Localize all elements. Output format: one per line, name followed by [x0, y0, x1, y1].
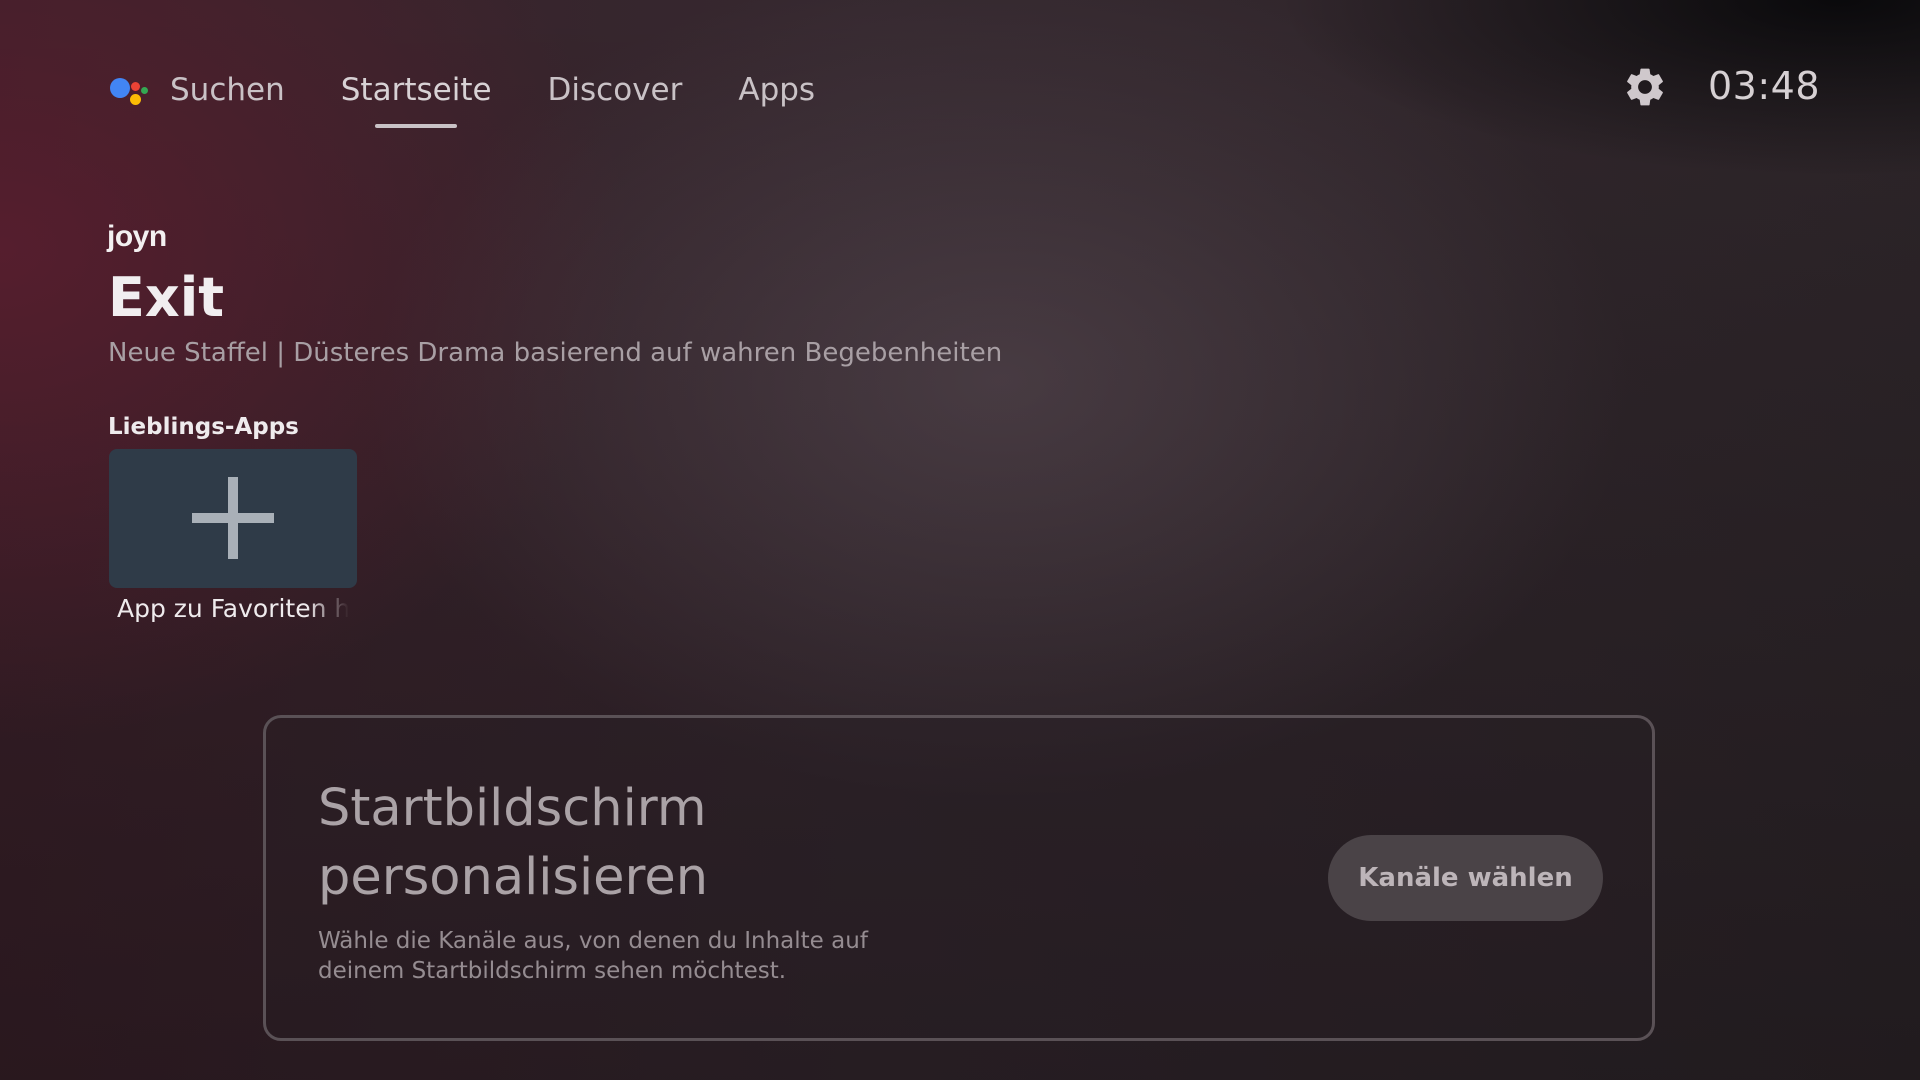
settings-button[interactable]: [1622, 64, 1668, 110]
personalize-home-card: Startbildschirm personalisieren Wähle di…: [263, 715, 1655, 1041]
tab-search-label: Suchen: [170, 72, 285, 108]
active-tab-indicator: [375, 124, 458, 128]
featured-title: Exit: [108, 266, 225, 329]
favorites-row-title: Lieblings-Apps: [108, 414, 299, 440]
clock: 03:48: [1708, 64, 1821, 108]
featured-subtitle: Neue Staffel | Düsteres Drama basierend …: [108, 338, 1003, 368]
tab-discover[interactable]: Discover: [548, 72, 683, 108]
gear-icon: [1627, 68, 1663, 106]
plus-icon: [192, 477, 274, 559]
personalize-description: Wähle die Kanäle aus, von denen du Inhal…: [318, 928, 868, 984]
tab-home[interactable]: Startseite: [340, 72, 492, 128]
personalize-title-line-1: Startbildschirm: [318, 779, 707, 838]
tab-apps-label: Apps: [738, 72, 816, 108]
google-assistant-icon[interactable]: [108, 70, 148, 110]
personalize-title: Startbildschirm personalisieren: [318, 774, 1018, 912]
personalize-title-line-2: personalisieren: [318, 848, 709, 907]
top-navigation: Suchen Startseite Discover Apps: [108, 60, 871, 128]
tab-home-label: Startseite: [340, 72, 492, 108]
add-favorite-app-label: App zu Favoriten hinzufügen: [117, 594, 349, 623]
choose-channels-button[interactable]: Kanäle wählen: [1328, 835, 1603, 921]
joyn-logo: joyn: [107, 220, 167, 253]
assistant-dot-yellow: [130, 94, 141, 105]
tab-search[interactable]: Suchen: [170, 72, 285, 108]
add-favorite-app-tile[interactable]: [109, 449, 357, 588]
assistant-dot-red: [131, 82, 140, 91]
tab-discover-label: Discover: [547, 72, 683, 108]
assistant-dot-blue: [110, 78, 130, 98]
assistant-dot-green: [141, 87, 148, 94]
tab-apps[interactable]: Apps: [738, 72, 815, 108]
